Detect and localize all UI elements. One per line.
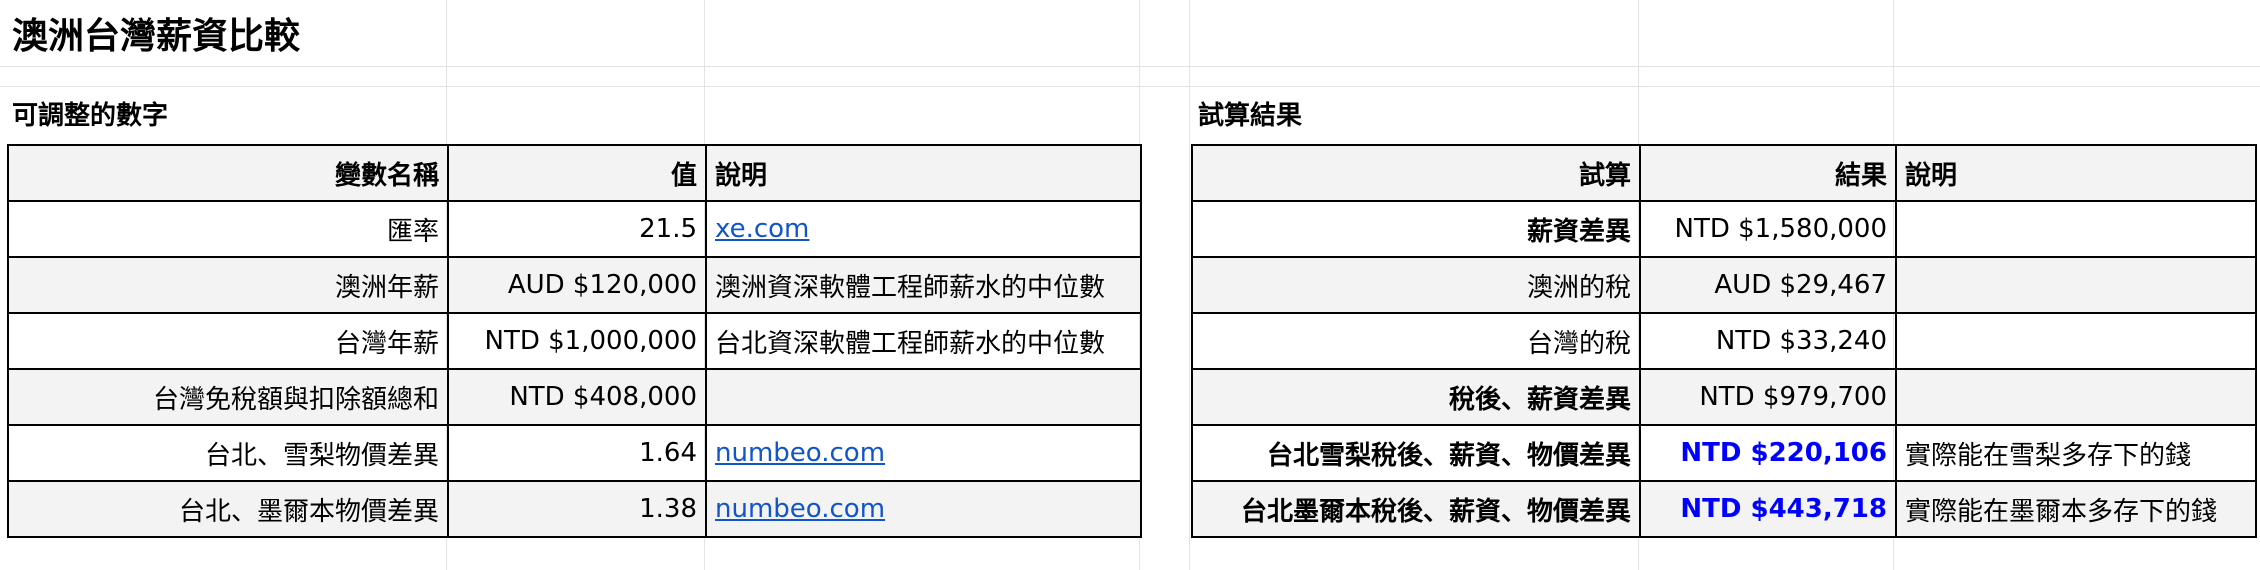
value-cell[interactable]: NTD $1,000,000 bbox=[447, 312, 707, 370]
table-header-row: 試算 結果 說明 bbox=[1191, 144, 2257, 202]
result-cell-highlight[interactable]: NTD $443,718 bbox=[1639, 480, 1897, 538]
note-cell[interactable] bbox=[1895, 200, 2257, 258]
note-cell[interactable] bbox=[1895, 256, 2257, 314]
value-cell[interactable]: 21.5 bbox=[447, 200, 707, 258]
note-cell[interactable]: xe.com bbox=[705, 200, 1142, 258]
table-row: 台北、雪梨物價差異 1.64 numbeo.com bbox=[7, 424, 1142, 482]
table-row: 台北墨爾本稅後、薪資、物價差異 NTD $443,718 實際能在墨爾本多存下的… bbox=[1191, 480, 2257, 538]
calculation-name-cell[interactable]: 台北雪梨稅後、薪資、物價差異 bbox=[1191, 424, 1641, 482]
header-note[interactable]: 說明 bbox=[1895, 144, 2257, 202]
sheet-title[interactable]: 澳洲台灣薪資比較 bbox=[12, 12, 300, 62]
table-header-row: 變數名稱 值 說明 bbox=[7, 144, 1142, 202]
note-cell[interactable]: numbeo.com bbox=[705, 424, 1142, 482]
numbeo-link[interactable]: numbeo.com bbox=[715, 494, 885, 524]
numbeo-link[interactable]: numbeo.com bbox=[715, 438, 885, 468]
xe-link[interactable]: xe.com bbox=[715, 214, 809, 244]
gridline bbox=[0, 86, 2260, 87]
result-cell-highlight[interactable]: NTD $220,106 bbox=[1639, 424, 1897, 482]
table-row: 台灣免稅額與扣除額總和 NTD $408,000 bbox=[7, 368, 1142, 426]
header-calculation[interactable]: 試算 bbox=[1191, 144, 1641, 202]
table-row: 澳洲的稅 AUD $29,467 bbox=[1191, 256, 2257, 314]
variable-name-cell[interactable]: 澳洲年薪 bbox=[7, 256, 449, 314]
variable-name-cell[interactable]: 匯率 bbox=[7, 200, 449, 258]
table-row: 台北、墨爾本物價差異 1.38 numbeo.com bbox=[7, 480, 1142, 538]
table-row: 台灣年薪 NTD $1,000,000 台北資深軟體工程師薪水的中位數 bbox=[7, 312, 1142, 370]
calculation-name-cell[interactable]: 稅後、薪資差異 bbox=[1191, 368, 1641, 426]
header-result[interactable]: 結果 bbox=[1639, 144, 1897, 202]
table-row: 台灣的稅 NTD $33,240 bbox=[1191, 312, 2257, 370]
adjustable-table: 變數名稱 值 說明 匯率 21.5 xe.com 澳洲年薪 AUD $120,0… bbox=[7, 144, 1142, 538]
gridline bbox=[0, 66, 2260, 67]
result-cell[interactable]: NTD $33,240 bbox=[1639, 312, 1897, 370]
result-cell[interactable]: NTD $979,700 bbox=[1639, 368, 1897, 426]
value-cell[interactable]: 1.64 bbox=[447, 424, 707, 482]
header-value[interactable]: 值 bbox=[447, 144, 707, 202]
value-cell[interactable]: AUD $120,000 bbox=[447, 256, 707, 314]
calculation-name-cell[interactable]: 薪資差異 bbox=[1191, 200, 1641, 258]
table-row: 澳洲年薪 AUD $120,000 澳洲資深軟體工程師薪水的中位數 bbox=[7, 256, 1142, 314]
note-cell[interactable] bbox=[1895, 312, 2257, 370]
variable-name-cell[interactable]: 台北、墨爾本物價差異 bbox=[7, 480, 449, 538]
note-cell[interactable] bbox=[1895, 368, 2257, 426]
adjustable-section-title[interactable]: 可調整的數字 bbox=[12, 94, 168, 138]
calculation-name-cell[interactable]: 台北墨爾本稅後、薪資、物價差異 bbox=[1191, 480, 1641, 538]
value-cell[interactable]: 1.38 bbox=[447, 480, 707, 538]
spreadsheet: 澳洲台灣薪資比較 可調整的數字 試算結果 變數名稱 值 說明 匯率 21.5 x… bbox=[0, 0, 2260, 570]
results-section-title[interactable]: 試算結果 bbox=[1198, 94, 1302, 138]
note-cell[interactable]: 澳洲資深軟體工程師薪水的中位數 bbox=[705, 256, 1142, 314]
result-cell[interactable]: AUD $29,467 bbox=[1639, 256, 1897, 314]
header-variable-name[interactable]: 變數名稱 bbox=[7, 144, 449, 202]
table-row: 薪資差異 NTD $1,580,000 bbox=[1191, 200, 2257, 258]
note-cell[interactable]: 實際能在墨爾本多存下的錢 bbox=[1895, 480, 2257, 538]
results-table: 試算 結果 說明 薪資差異 NTD $1,580,000 澳洲的稅 AUD $2… bbox=[1191, 144, 2257, 538]
note-cell[interactable]: numbeo.com bbox=[705, 480, 1142, 538]
note-cell[interactable]: 台北資深軟體工程師薪水的中位數 bbox=[705, 312, 1142, 370]
table-row: 台北雪梨稅後、薪資、物價差異 NTD $220,106 實際能在雪梨多存下的錢 bbox=[1191, 424, 2257, 482]
header-note[interactable]: 說明 bbox=[705, 144, 1142, 202]
table-row: 稅後、薪資差異 NTD $979,700 bbox=[1191, 368, 2257, 426]
note-cell[interactable]: 實際能在雪梨多存下的錢 bbox=[1895, 424, 2257, 482]
result-cell[interactable]: NTD $1,580,000 bbox=[1639, 200, 1897, 258]
table-row: 匯率 21.5 xe.com bbox=[7, 200, 1142, 258]
variable-name-cell[interactable]: 台北、雪梨物價差異 bbox=[7, 424, 449, 482]
calculation-name-cell[interactable]: 澳洲的稅 bbox=[1191, 256, 1641, 314]
value-cell[interactable]: NTD $408,000 bbox=[447, 368, 707, 426]
note-cell[interactable] bbox=[705, 368, 1142, 426]
variable-name-cell[interactable]: 台灣年薪 bbox=[7, 312, 449, 370]
variable-name-cell[interactable]: 台灣免稅額與扣除額總和 bbox=[7, 368, 449, 426]
calculation-name-cell[interactable]: 台灣的稅 bbox=[1191, 312, 1641, 370]
